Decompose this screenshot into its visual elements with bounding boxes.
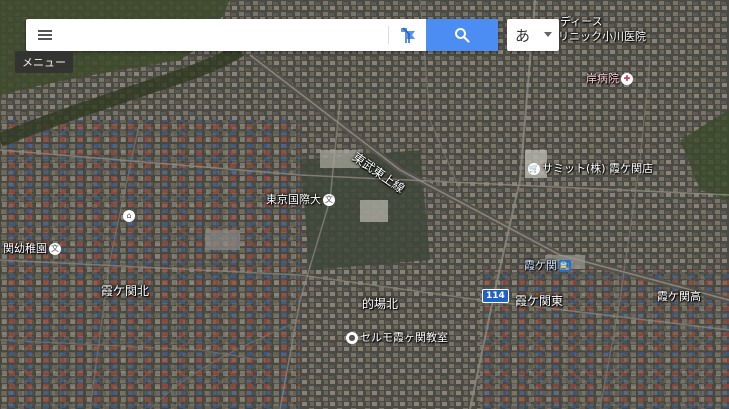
input-method-label: あ bbox=[515, 27, 531, 45]
search-button[interactable] bbox=[426, 19, 498, 51]
map-label-matoba-kita: 的場北 bbox=[362, 297, 399, 311]
school-icon: 文 bbox=[49, 243, 61, 255]
shopping-cart-icon: 🛒 bbox=[528, 163, 540, 175]
map-label-serumo-class[interactable]: ● セルモ霞ヶ関教室 bbox=[344, 331, 448, 345]
search-input[interactable] bbox=[66, 23, 388, 49]
map-marker-home[interactable]: ⌂ bbox=[121, 209, 137, 223]
map-label-kasumigaseki-higashi: 霞ケ関東 bbox=[515, 294, 564, 308]
map-label-kasumigaseki-station[interactable]: 霞ケ関 🚉 bbox=[524, 259, 573, 273]
pin-icon: ● bbox=[346, 332, 358, 344]
map-label-kasumigaseki-high[interactable]: 霞ケ関高 bbox=[657, 290, 701, 304]
map-label-tokyo-kokusai-univ[interactable]: 東京国際大文 bbox=[266, 193, 337, 207]
hamburger-icon bbox=[38, 30, 52, 40]
map-label-kishi-hospital[interactable]: 岸病院 ✚ bbox=[586, 72, 635, 86]
map-label-summit-store[interactable]: 🛒 サミット(株) 霞ケ関店 bbox=[526, 162, 653, 176]
chevron-down-icon bbox=[544, 32, 552, 37]
hospital-icon: ✚ bbox=[621, 73, 633, 85]
map-label-kasumigaseki-kita: 霞ケ関北 bbox=[101, 284, 150, 298]
train-station-icon: 🚉 bbox=[559, 260, 571, 272]
menu-button[interactable] bbox=[26, 19, 64, 51]
map-label-clinic[interactable]: ディース bbox=[560, 15, 603, 29]
directions-icon bbox=[401, 27, 415, 43]
route-badge: 114 bbox=[482, 289, 509, 303]
map-label-clinic-name[interactable]: リニック小川医院 bbox=[558, 30, 646, 44]
map-label-kindergarten[interactable]: 関幼稚園文 bbox=[3, 242, 63, 256]
menu-tooltip: メニュー bbox=[15, 51, 73, 73]
search-box bbox=[26, 19, 498, 51]
search-icon bbox=[455, 28, 470, 43]
satellite-map[interactable] bbox=[0, 0, 729, 409]
school-icon: 文 bbox=[323, 194, 335, 206]
input-method-button[interactable]: あ bbox=[507, 19, 559, 51]
directions-button[interactable] bbox=[389, 19, 427, 51]
home-icon: ⌂ bbox=[123, 210, 135, 222]
